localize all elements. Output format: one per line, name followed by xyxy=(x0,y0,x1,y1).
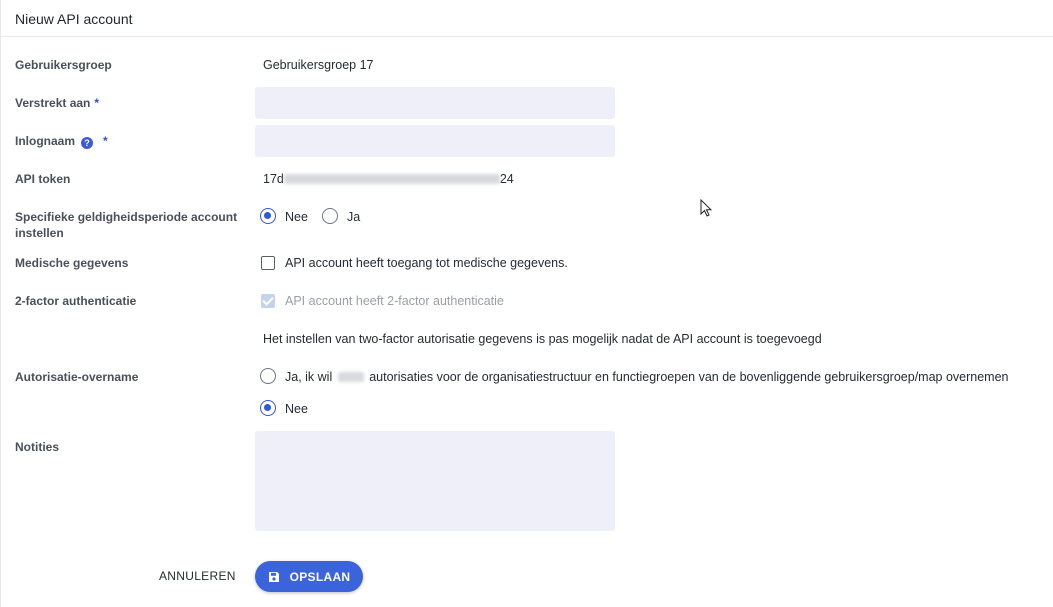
page-title: Nieuw API account xyxy=(15,11,133,27)
usergroup-value: Gebruikersgroep 17 xyxy=(263,58,374,72)
twofactor-label: 2-factor authenticatie xyxy=(15,294,137,308)
help-icon[interactable]: ? xyxy=(81,137,94,149)
twofactor-checkbox xyxy=(261,294,275,308)
twofactor-checkbox-label: API account heeft 2-factor authenticatie xyxy=(285,294,504,308)
auth-takeover-label: Autorisatie-overname xyxy=(15,370,139,384)
save-button-label: OPSLAAN xyxy=(289,569,351,584)
redacted-text xyxy=(337,372,364,382)
auth-takeover-option-yes[interactable]: Ja, ik wil autorisaties voor de organisa… xyxy=(285,369,1009,385)
api-token-prefix: 17d xyxy=(263,172,284,186)
api-token-suffix: 24 xyxy=(499,172,514,186)
cancel-button[interactable]: ANNULEREN xyxy=(151,562,244,590)
validity-option-no[interactable]: Nee xyxy=(285,209,308,225)
floppy-disk-icon xyxy=(268,571,279,582)
validity-radio-yes[interactable] xyxy=(322,208,338,224)
login-label: Inlognaam? * xyxy=(15,133,108,149)
mouse-pointer-icon xyxy=(700,199,712,217)
usergroup-label: Gebruikersgroep xyxy=(15,58,112,72)
api-token-label: API token xyxy=(15,172,71,186)
auth-takeover-radio-yes[interactable] xyxy=(260,368,276,384)
required-mark: * xyxy=(103,134,108,148)
save-button[interactable]: OPSLAAN xyxy=(255,561,363,592)
validity-option-yes[interactable]: Ja xyxy=(347,209,360,225)
issued-to-input[interactable] xyxy=(255,87,615,119)
required-mark: * xyxy=(94,96,100,110)
validity-label: Specifieke geldigheidsperiode account in… xyxy=(15,210,238,240)
auth-takeover-radio-no[interactable] xyxy=(260,400,276,416)
redacted-token xyxy=(283,174,500,184)
form-panel: Nieuw API account Gebruikersgroep Gebrui… xyxy=(0,0,1053,607)
validity-radio-no[interactable] xyxy=(260,208,276,224)
notes-label: Notities xyxy=(15,440,60,454)
auth-takeover-yes-suffix: autorisaties voor de organisatiestructuu… xyxy=(369,370,1009,384)
twofactor-note: Het instellen van two-factor autorisatie… xyxy=(263,332,822,346)
issued-to-label: Verstrekt aan * xyxy=(15,95,99,111)
login-input[interactable] xyxy=(255,125,615,157)
auth-takeover-option-no[interactable]: Nee xyxy=(285,401,308,417)
medical-checkbox[interactable] xyxy=(261,256,275,270)
issued-to-label-text: Verstrekt aan xyxy=(15,96,91,110)
panel-header: Nieuw API account xyxy=(2,0,1053,37)
notes-textarea[interactable] xyxy=(255,431,615,531)
medical-checkbox-label[interactable]: API account heeft toegang tot medische g… xyxy=(285,255,568,271)
medical-label: Medische gegevens xyxy=(15,256,129,270)
api-token-value: 17d 24 xyxy=(263,171,514,187)
login-label-text: Inlognaam xyxy=(15,134,76,148)
auth-takeover-yes-prefix: Ja, ik wil xyxy=(285,370,333,384)
